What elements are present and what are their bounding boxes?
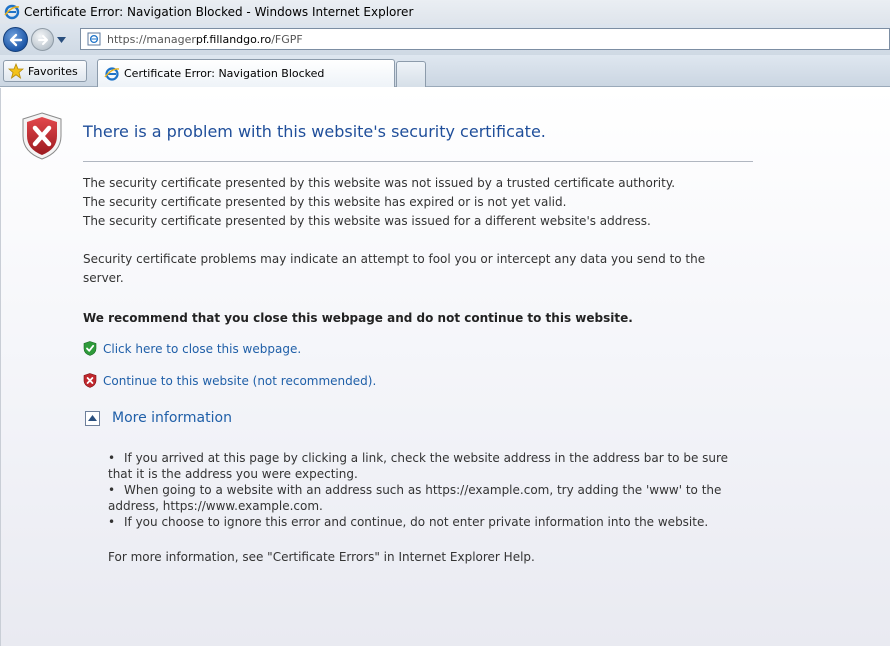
window-title-bar: Certificate Error: Navigation Blocked - …	[0, 0, 890, 24]
help-note: For more information, see "Certificate E…	[108, 550, 535, 564]
continue-to-website-label: Continue to this website (not recommende…	[103, 373, 377, 388]
close-webpage-link[interactable]: Click here to close this webpage.	[83, 341, 301, 356]
tab-certificate-error[interactable]: Certificate Error: Navigation Blocked	[97, 59, 395, 87]
url-suffix: /FGPF	[271, 32, 303, 46]
back-button[interactable]	[3, 27, 28, 52]
more-information-label: More information	[112, 410, 232, 426]
page-icon	[87, 32, 101, 46]
shield-error-icon	[83, 373, 97, 388]
more-information-list: • If you arrived at this page by clicking…	[108, 450, 748, 530]
forward-button[interactable]	[31, 28, 54, 51]
internet-explorer-icon	[104, 66, 120, 81]
arrow-right-icon	[37, 34, 48, 45]
navigation-bar: https://managerpf.fillandgo.ro/FGPF	[0, 24, 890, 55]
more-information-toggle[interactable]: More information	[85, 410, 232, 426]
warning-line-2: server.	[83, 271, 124, 285]
continue-to-website-link[interactable]: Continue to this website (not recommende…	[83, 373, 376, 388]
page-title: There is a problem with this website's s…	[83, 122, 546, 141]
bullet-2-line-2: address, https://www.example.com.	[108, 499, 323, 513]
url-text[interactable]: https://managerpf.fillandgo.ro/FGPF	[107, 33, 303, 46]
warning-text: Security certificate problems may indica…	[83, 250, 705, 288]
bullet-1-line-1: If you arrived at this page by clicking …	[124, 451, 729, 465]
warning-line-1: Security certificate problems may indica…	[83, 252, 706, 266]
new-tab-button[interactable]	[396, 61, 426, 87]
chevron-down-icon	[56, 36, 66, 43]
favorites-label: Favorites	[28, 64, 78, 78]
shield-check-icon	[83, 341, 97, 356]
history-dropdown[interactable]	[54, 30, 68, 50]
shield-error-icon	[22, 112, 62, 160]
list-item: • If you choose to ignore this error and …	[108, 515, 709, 529]
bullet-1-line-2: that it is the address you were expectin…	[108, 467, 358, 481]
arrow-left-icon	[9, 33, 22, 46]
reason-untrusted: The security certificate presented by th…	[83, 176, 676, 190]
reason-mismatch: The security certificate presented by th…	[83, 214, 651, 228]
page-content: There is a problem with this website's s…	[0, 88, 890, 646]
divider	[83, 161, 753, 162]
tab-label: Certificate Error: Navigation Blocked	[124, 67, 325, 80]
close-webpage-label: Click here to close this webpage.	[103, 341, 302, 356]
reason-expired: The security certificate presented by th…	[83, 195, 567, 209]
star-icon	[8, 63, 24, 79]
bullet-2-line-1: When going to a website with an address …	[124, 483, 722, 497]
favorites-button[interactable]: Favorites	[3, 60, 87, 82]
reasons-block: The security certificate presented by th…	[83, 174, 675, 231]
bullet-3-line-1: If you choose to ignore this error and c…	[124, 515, 709, 529]
collapse-arrow-icon	[85, 410, 100, 426]
internet-explorer-icon	[4, 4, 20, 20]
list-item: • If you arrived at this page by clicking…	[108, 450, 748, 482]
url-host: pf.fillandgo.ro	[195, 32, 272, 46]
url-prefix: https://manager	[107, 32, 196, 46]
window-title: Certificate Error: Navigation Blocked - …	[24, 5, 414, 19]
tab-bar: Favorites Certificate Error: Navigation …	[0, 55, 890, 87]
address-bar[interactable]: https://managerpf.fillandgo.ro/FGPF	[80, 28, 890, 50]
recommendation-text: We recommend that you close this webpage…	[83, 311, 633, 325]
list-item: • When going to a website with an address…	[108, 482, 748, 514]
